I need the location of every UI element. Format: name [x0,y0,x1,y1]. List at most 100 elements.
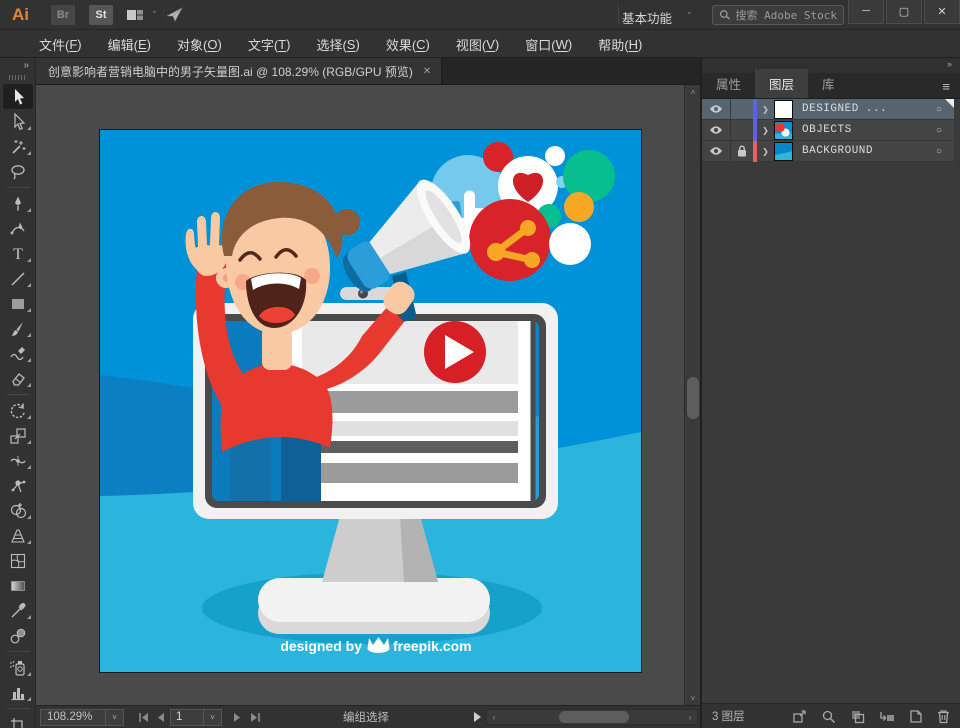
arrange-documents-chevron[interactable]: ˇ [153,10,156,20]
scroll-left-icon[interactable]: ‹ [487,710,501,724]
layer-name[interactable]: BACKGROUND [802,145,924,157]
layer-row-background[interactable]: ❯ BACKGROUND ○ [702,141,954,162]
lock-icon[interactable] [731,141,753,161]
visibility-eye-icon[interactable] [702,99,731,119]
workspace-switcher[interactable]: 基本功能 [622,8,672,27]
menu-help[interactable]: 帮助(H) [585,31,655,57]
tab-layers[interactable]: 图层 [755,69,808,98]
vertical-scroll-thumb[interactable] [687,377,699,419]
layer-name[interactable]: DESIGNED ... [802,103,924,115]
artboard-tool[interactable] [0,712,36,728]
eraser-tool[interactable] [0,366,36,391]
bridge-button[interactable]: Br [51,5,75,25]
status-expand-arrow[interactable] [468,709,486,725]
direct-selection-tool[interactable] [0,109,36,134]
type-tool[interactable]: T [0,241,36,266]
lock-toggle[interactable] [731,99,753,119]
paintbrush-tool[interactable] [0,316,36,341]
column-graph-tool[interactable] [0,680,36,705]
curvature-tool[interactable] [0,216,36,241]
artboard[interactable]: designed by freepik.com [100,130,641,672]
selection-tool[interactable] [3,84,33,109]
maximize-button[interactable]: ▢ [886,0,922,24]
panel-tab-bar: 属性 图层 库 ≡ [702,73,960,99]
gradient-tool[interactable] [0,573,36,598]
new-layer-icon[interactable] [909,709,923,724]
tab-libraries[interactable]: 库 [808,69,849,98]
menu-object[interactable]: 对象(O) [164,31,235,57]
menu-effect[interactable]: 效果(C) [373,31,443,57]
layer-target-icon[interactable]: ○ [924,125,954,136]
new-sublayer-icon[interactable] [879,709,895,724]
blend-tool[interactable] [0,623,36,648]
adobe-stock-search-input[interactable]: 搜索 Adobe Stock [712,5,844,25]
symbol-sprayer-tool[interactable] [0,655,36,680]
shape-builder-tool[interactable] [0,498,36,523]
stock-button[interactable]: St [89,5,113,25]
layer-row-designed[interactable]: ❯ DESIGNED ... ○ [702,99,954,120]
layer-target-icon[interactable]: ○ [924,146,954,157]
horizontal-scroll-thumb[interactable] [559,711,629,723]
scroll-down-icon[interactable]: ˅ [685,691,701,705]
collect-for-export-icon[interactable] [792,709,807,724]
artboard-dropdown-chevron[interactable]: ˅ [204,709,222,726]
menu-window[interactable]: 窗口(W) [512,31,585,57]
toolbar-grip[interactable] [9,75,27,80]
layer-name[interactable]: OBJECTS [802,124,924,136]
previous-artboard-button[interactable] [152,709,170,725]
share-rocket-icon[interactable] [166,7,183,22]
workspace-chevron[interactable]: ˇ [688,11,691,21]
delete-layer-icon[interactable] [937,709,950,724]
artboard-number-input[interactable] [170,709,204,726]
perspective-grid-tool[interactable] [0,523,36,548]
clipping-mask-icon[interactable] [850,709,865,724]
artwork[interactable]: designed by freepik.com [100,130,641,672]
tab-close-icon[interactable]: ✕ [423,66,431,77]
shaper-tool[interactable] [0,341,36,366]
zoom-dropdown-chevron[interactable]: ˅ [106,709,124,726]
document-tab[interactable]: 创意影响者营销电脑中的男子矢量图.ai @ 108.29% (RGB/GPU 预… [36,58,442,84]
panel-menu-icon[interactable]: ≡ [932,75,960,98]
line-segment-tool[interactable] [0,266,36,291]
magic-wand-tool[interactable] [0,134,36,159]
next-artboard-button[interactable] [228,709,246,725]
lock-toggle[interactable] [731,120,753,140]
scroll-right-icon[interactable]: › [683,710,697,724]
canvas-pasteboard[interactable]: designed by freepik.com [36,85,684,705]
horizontal-scrollbar[interactable]: ‹ › [486,709,698,725]
eyedropper-tool[interactable] [0,598,36,623]
puppet-warp-tool[interactable] [0,473,36,498]
menu-select[interactable]: 选择(S) [303,31,372,57]
zoom-level-field[interactable]: 108.29% [40,709,106,726]
layer-expand-icon[interactable]: ❯ [757,147,774,156]
arrange-documents-icon[interactable] [127,9,143,21]
menu-edit[interactable]: 编辑(E) [95,31,164,57]
minimize-button[interactable]: ─ [848,0,884,24]
locate-object-icon[interactable] [821,709,836,724]
first-artboard-button[interactable] [134,709,152,725]
last-artboard-button[interactable] [246,709,264,725]
menu-view[interactable]: 视图(V) [443,31,512,57]
scale-tool[interactable] [0,423,36,448]
visibility-eye-icon[interactable] [702,120,731,140]
layer-thumbnail[interactable] [774,142,793,161]
scroll-up-icon[interactable]: ˄ [685,85,701,99]
layer-thumbnail[interactable] [774,121,793,140]
layer-expand-icon[interactable]: ❯ [757,105,774,114]
toolbar-collapse-icon[interactable]: » [0,58,35,73]
layer-expand-icon[interactable]: ❯ [757,126,774,135]
menu-type[interactable]: 文字(T) [235,31,304,57]
rectangle-tool[interactable] [0,291,36,316]
close-button[interactable]: ✕ [924,0,960,24]
layer-thumbnail[interactable] [774,100,793,119]
lasso-tool[interactable] [0,159,36,184]
rotate-tool[interactable] [0,398,36,423]
visibility-eye-icon[interactable] [702,141,731,161]
width-tool[interactable] [0,448,36,473]
tab-properties[interactable]: 属性 [702,69,755,98]
mesh-tool[interactable] [0,548,36,573]
pen-tool[interactable] [0,191,36,216]
layer-row-objects[interactable]: ❯ OBJECTS ○ [702,120,954,141]
menu-file[interactable]: 文件(F) [26,31,95,57]
vertical-scrollbar[interactable]: ˄ ˅ [684,85,700,705]
